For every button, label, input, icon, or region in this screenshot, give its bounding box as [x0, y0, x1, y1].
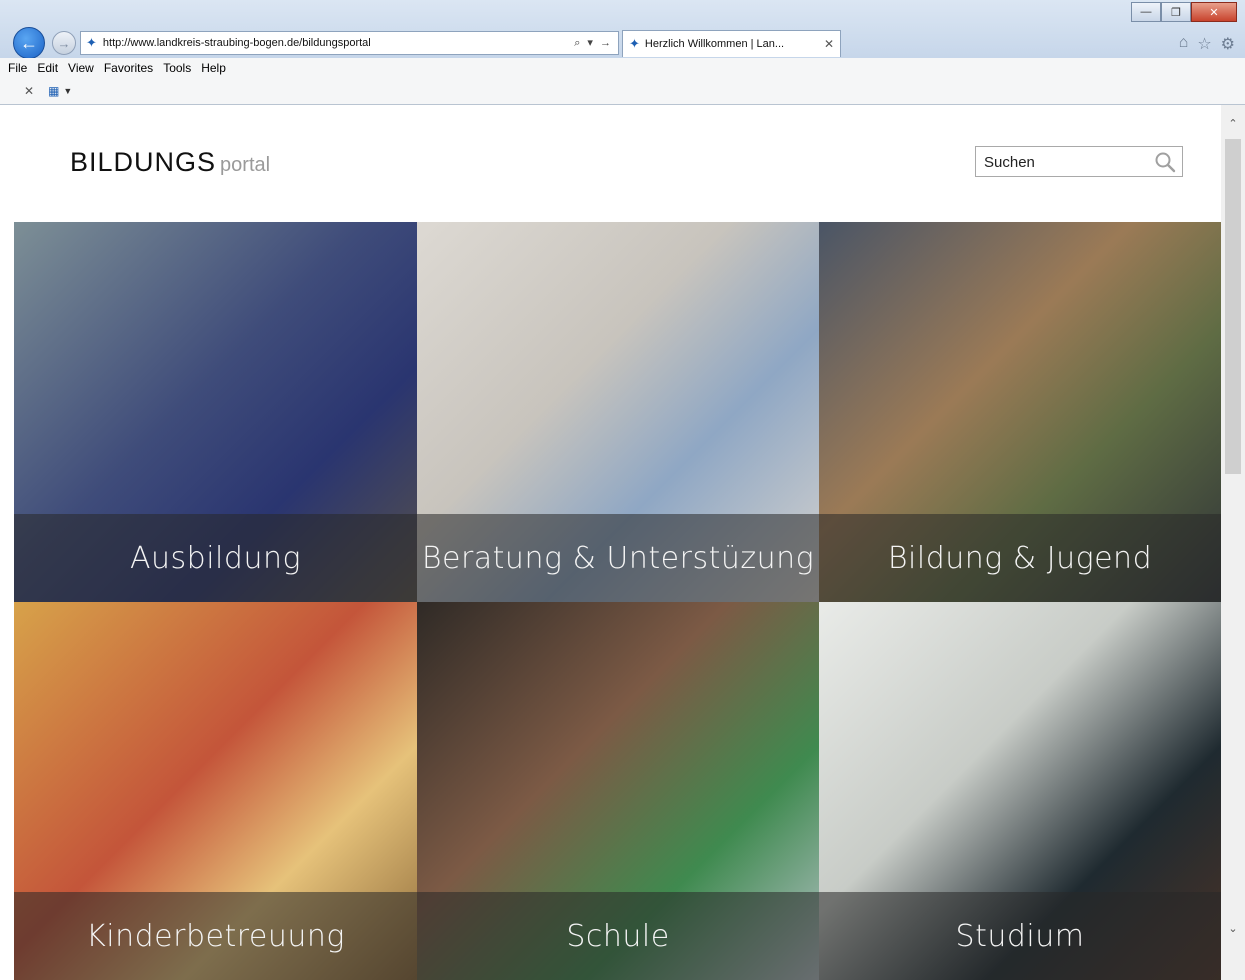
- tile-ausbildung[interactable]: Ausbildung: [14, 222, 417, 602]
- minimize-button[interactable]: —: [1131, 2, 1161, 22]
- logo-main-text: BILDUNGS: [70, 147, 217, 177]
- back-arrow-icon: ←: [20, 32, 38, 53]
- scrollbar-thumb[interactable]: [1225, 139, 1241, 474]
- favorites-star-icon[interactable]: ☆: [1197, 34, 1211, 54]
- menu-help[interactable]: Help: [201, 61, 226, 75]
- menu-file[interactable]: File: [8, 61, 27, 75]
- tile-studium[interactable]: Studium: [819, 602, 1221, 980]
- address-search-refresh-icons[interactable]: ⌕ ▾ →: [574, 36, 613, 50]
- browser-titlebar: — ❐ ✕ ← → ✦ http://www.landkreis-straubi…: [0, 0, 1245, 59]
- menu-view[interactable]: View: [68, 61, 94, 75]
- site-logo[interactable]: BILDUNGS portal: [70, 147, 270, 178]
- tile-caption-bar: Bildung & Jugend: [819, 514, 1221, 602]
- forward-button[interactable]: →: [52, 31, 76, 55]
- address-bar[interactable]: ✦ http://www.landkreis-straubing-bogen.d…: [80, 31, 619, 55]
- search-input[interactable]: [976, 147, 1156, 178]
- tile-schule[interactable]: Schule: [417, 602, 819, 980]
- window-controls: — ❐ ✕: [1131, 2, 1237, 22]
- scroll-up-arrow-icon[interactable]: ⌃: [1221, 117, 1245, 130]
- restore-button[interactable]: ❐: [1161, 2, 1191, 22]
- tab-herzlich-willkommen[interactable]: ✦ Herzlich Willkommen | Lan... ✕: [622, 30, 841, 57]
- tile-kinderbetreuung[interactable]: Kinderbetreuung: [14, 602, 417, 980]
- tile-caption-bar: Ausbildung: [14, 514, 417, 602]
- menu-favorites[interactable]: Favorites: [104, 61, 153, 75]
- tile-label: Ausbildung: [130, 540, 301, 576]
- menu-bar: File Edit View Favorites Tools Help: [0, 58, 1245, 78]
- logo-sub-text: portal: [220, 154, 271, 176]
- chevron-down-icon[interactable]: ▼: [63, 86, 72, 96]
- close-window-button[interactable]: ✕: [1191, 2, 1237, 22]
- forward-arrow-icon: →: [57, 35, 71, 51]
- vertical-scrollbar[interactable]: ⌃ ⌄: [1221, 105, 1245, 980]
- tile-caption-bar: Beratung & Unterstüzung: [417, 514, 819, 602]
- menu-edit[interactable]: Edit: [37, 61, 58, 75]
- site-favicon-icon: ✦: [86, 35, 97, 50]
- address-url[interactable]: http://www.landkreis-straubing-bogen.de/…: [103, 37, 574, 49]
- back-button[interactable]: ←: [13, 27, 45, 59]
- tile-label: Beratung & Unterstüzung: [421, 540, 815, 576]
- search-box: [975, 146, 1183, 178]
- tile-caption-bar: Studium: [819, 892, 1221, 980]
- tab-favicon-icon: ✦: [629, 36, 640, 51]
- menu-tools[interactable]: Tools: [163, 61, 191, 75]
- category-tile-grid: Ausbildung Beratung & Unterstüzung Bildu…: [14, 222, 1221, 980]
- tile-label: Studium: [955, 918, 1085, 954]
- tile-caption-bar: Kinderbetreuung: [14, 892, 417, 980]
- tile-label: Schule: [566, 918, 670, 954]
- tab-close-icon[interactable]: ✕: [824, 37, 834, 51]
- search-icon[interactable]: [1154, 151, 1176, 173]
- tile-caption-bar: Schule: [417, 892, 819, 980]
- tile-bildung-jugend[interactable]: Bildung & Jugend: [819, 222, 1221, 602]
- image-toolbar-icon[interactable]: ▦: [48, 84, 59, 98]
- settings-gear-icon[interactable]: ⚙: [1221, 34, 1235, 54]
- tile-beratung-unterstuetzung[interactable]: Beratung & Unterstüzung: [417, 222, 819, 602]
- command-bar: ✕ ▦ ▼: [0, 78, 1245, 105]
- page-viewport: BILDUNGSportal Ausbildung Beratung & Unt…: [0, 105, 1221, 980]
- scroll-down-arrow-icon[interactable]: ⌄: [1221, 922, 1245, 935]
- tile-label: Kinderbetreuung: [86, 918, 345, 954]
- close-toolbar-icon[interactable]: ✕: [24, 84, 34, 98]
- tile-label: Bildung & Jugend: [887, 540, 1153, 576]
- tab-title: Herzlich Willkommen | Lan...: [644, 38, 785, 50]
- browser-toolbar-icons: ⌂ ☆ ⚙: [1179, 34, 1235, 54]
- home-icon[interactable]: ⌂: [1179, 34, 1189, 54]
